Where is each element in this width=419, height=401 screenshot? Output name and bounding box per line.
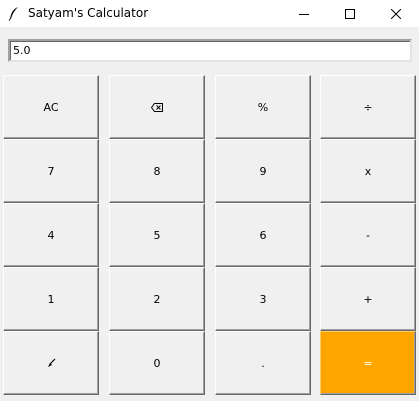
calculator-body: AC % ÷ 7 8 9 x 4 5 6 - 1 2 3 + 0 . = <box>0 27 419 401</box>
clear-button[interactable]: AC <box>3 75 99 139</box>
minimize-button[interactable] <box>281 0 327 27</box>
digit-8-button[interactable]: 8 <box>109 139 205 203</box>
multiply-button[interactable]: x <box>320 139 416 203</box>
backspace-icon <box>151 102 163 112</box>
digit-0-button[interactable]: 0 <box>109 331 205 395</box>
decimal-button[interactable]: . <box>215 331 311 395</box>
divide-button[interactable]: ÷ <box>320 75 416 139</box>
maximize-button[interactable] <box>327 0 373 27</box>
add-button[interactable]: + <box>320 267 416 331</box>
digit-4-button[interactable]: 4 <box>3 203 99 267</box>
minimize-icon <box>299 13 309 15</box>
backspace-button[interactable] <box>109 75 205 139</box>
digit-2-button[interactable]: 2 <box>109 267 205 331</box>
digit-5-button[interactable]: 5 <box>109 203 205 267</box>
feather-icon <box>8 6 20 21</box>
subtract-button[interactable]: - <box>320 203 416 267</box>
display-field[interactable] <box>8 39 412 62</box>
close-button[interactable] <box>373 0 419 27</box>
percent-button[interactable]: % <box>215 75 311 139</box>
digit-7-button[interactable]: 7 <box>3 139 99 203</box>
equals-button[interactable]: = <box>320 331 416 395</box>
window-title: Satyam's Calculator <box>28 6 149 20</box>
close-icon <box>391 8 401 19</box>
pointer-button[interactable] <box>3 331 99 395</box>
title-bar: Satyam's Calculator <box>0 0 419 27</box>
digit-3-button[interactable]: 3 <box>215 267 311 331</box>
digit-9-button[interactable]: 9 <box>215 139 311 203</box>
pencil-icon <box>48 358 56 367</box>
maximize-icon <box>345 8 355 19</box>
digit-1-button[interactable]: 1 <box>3 267 99 331</box>
digit-6-button[interactable]: 6 <box>215 203 311 267</box>
